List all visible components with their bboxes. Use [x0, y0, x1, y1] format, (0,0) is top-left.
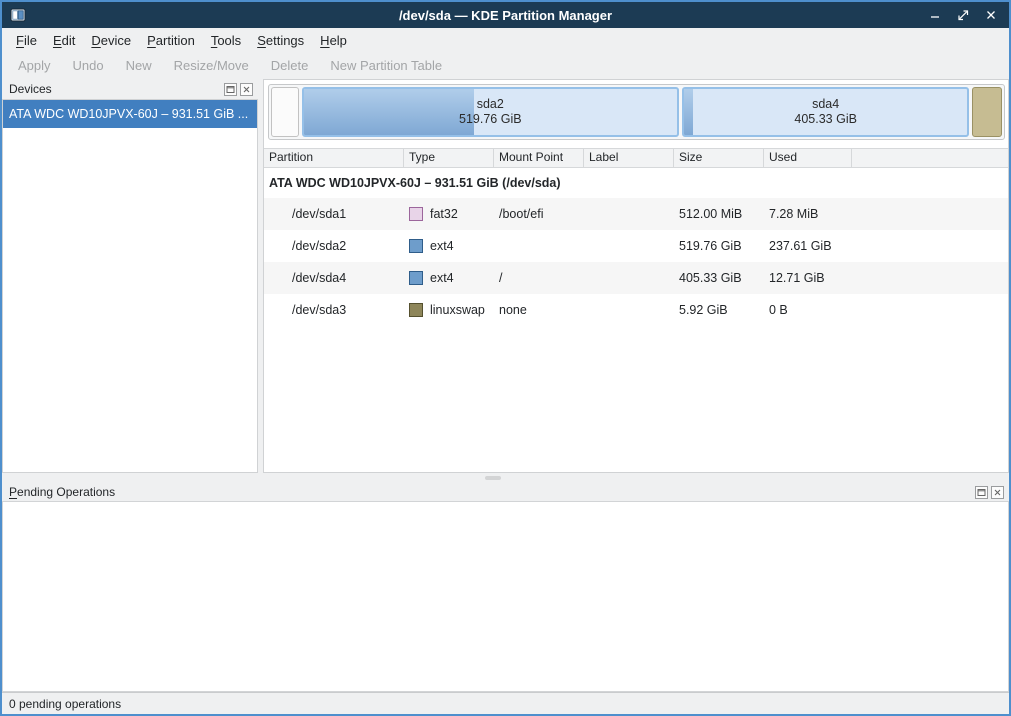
cell-type: ext4: [404, 239, 494, 253]
cell-used: 7.28 MiB: [764, 207, 852, 221]
menu-file[interactable]: File: [8, 30, 45, 51]
partition-segment-sda2[interactable]: sda2519.76 GiB: [302, 87, 679, 137]
fs-type-swatch: [409, 207, 423, 221]
used-space-indicator: [304, 89, 475, 135]
pending-operations-count: 0 pending operations: [9, 697, 121, 711]
column-header-used[interactable]: Used: [764, 149, 852, 167]
menu-device[interactable]: Device: [83, 30, 139, 51]
delete-button[interactable]: Delete: [260, 58, 320, 73]
pending-operations-header: Pending Operations: [2, 483, 1009, 501]
menu-edit[interactable]: Edit: [45, 30, 83, 51]
table-empty-area: [264, 326, 1008, 472]
statusbar: 0 pending operations: [2, 692, 1009, 714]
close-panel-button[interactable]: [240, 83, 253, 96]
cell-mount-point: /boot/efi: [494, 207, 584, 221]
pending-operations-title: Pending Operations: [9, 485, 972, 499]
maximize-restore-button[interactable]: [957, 9, 969, 21]
device-list-item[interactable]: ATA WDC WD10JPVX-60J – 931.51 GiB ...: [3, 100, 257, 128]
content-area: sda2519.76 GiB sda4405.33 GiB Partition T…: [263, 79, 1009, 473]
undo-button[interactable]: Undo: [62, 58, 115, 73]
partition-segment-label: sda4405.33 GiB: [794, 97, 857, 127]
minimize-button[interactable]: [929, 9, 941, 21]
menu-partition[interactable]: Partition: [139, 30, 203, 51]
table-row-sda3[interactable]: /dev/sda3 linuxswap none 5.92 GiB 0 B: [264, 294, 1008, 326]
fs-type-label: linuxswap: [430, 303, 485, 317]
cell-size: 405.33 GiB: [674, 271, 764, 285]
new-partition-table-button[interactable]: New Partition Table: [319, 58, 453, 73]
cell-size: 512.00 MiB: [674, 207, 764, 221]
fs-type-label: ext4: [430, 271, 454, 285]
cell-partition: /dev/sda1: [264, 207, 404, 221]
column-header-filler: [852, 149, 1008, 167]
app-window: /dev/sda — KDE Partition Manager File Ed…: [0, 0, 1011, 716]
table-header: Partition Type Mount Point Label Size Us…: [264, 149, 1008, 168]
horizontal-splitter[interactable]: [2, 473, 1009, 483]
column-header-size[interactable]: Size: [674, 149, 764, 167]
cell-type: linuxswap: [404, 303, 494, 317]
partition-bar: sda2519.76 GiB sda4405.33 GiB: [271, 87, 1002, 137]
fs-type-label: fat32: [430, 207, 458, 221]
device-group-row[interactable]: ATA WDC WD10JPVX-60J – 931.51 GiB (/dev/…: [264, 168, 1008, 198]
close-button[interactable]: [985, 9, 997, 21]
fs-type-swatch: [409, 239, 423, 253]
cell-partition: /dev/sda4: [264, 271, 404, 285]
device-list: ATA WDC WD10JPVX-60J – 931.51 GiB ...: [2, 99, 258, 473]
cell-partition: /dev/sda2: [264, 239, 404, 253]
menu-help[interactable]: Help: [312, 30, 355, 51]
table-row-sda4[interactable]: /dev/sda4 ext4 / 405.33 GiB 12.71 GiB: [264, 262, 1008, 294]
titlebar[interactable]: /dev/sda — KDE Partition Manager: [2, 2, 1009, 28]
float-panel-button[interactable]: [975, 486, 988, 499]
partition-segment-label: sda2519.76 GiB: [459, 97, 522, 127]
fs-type-swatch: [409, 271, 423, 285]
pending-operations-panel: Pending Operations: [2, 483, 1009, 692]
close-panel-button[interactable]: [991, 486, 1004, 499]
window-title: /dev/sda — KDE Partition Manager: [2, 8, 1009, 23]
used-space-indicator: [684, 89, 693, 135]
device-group-label: ATA WDC WD10JPVX-60J – 931.51 GiB (/dev/…: [269, 176, 561, 190]
menubar: File Edit Device Partition Tools Setting…: [2, 28, 1009, 52]
partition-bar-frame: sda2519.76 GiB sda4405.33 GiB: [268, 84, 1005, 140]
cell-size: 5.92 GiB: [674, 303, 764, 317]
pending-operations-list: [2, 501, 1009, 692]
cell-type: fat32: [404, 207, 494, 221]
devices-panel: Devices ATA WDC WD10JPVX-60J – 931.51 Gi…: [2, 79, 258, 473]
menu-tools[interactable]: Tools: [203, 30, 249, 51]
devices-panel-header: Devices: [2, 79, 258, 99]
window-controls: [929, 9, 1009, 21]
table-row-sda2[interactable]: /dev/sda2 ext4 519.76 GiB 237.61 GiB: [264, 230, 1008, 262]
cell-used: 0 B: [764, 303, 852, 317]
app-icon: [10, 7, 26, 23]
partition-table: Partition Type Mount Point Label Size Us…: [264, 148, 1008, 472]
fs-type-label: ext4: [430, 239, 454, 253]
column-header-partition[interactable]: Partition: [264, 149, 404, 167]
column-header-type[interactable]: Type: [404, 149, 494, 167]
partition-segment-sda4[interactable]: sda4405.33 GiB: [682, 87, 969, 137]
cell-mount-point: none: [494, 303, 584, 317]
toolbar: Apply Undo New Resize/Move Delete New Pa…: [2, 52, 1009, 79]
cell-mount-point: /: [494, 271, 584, 285]
cell-used: 237.61 GiB: [764, 239, 852, 253]
new-button[interactable]: New: [115, 58, 163, 73]
apply-button[interactable]: Apply: [7, 58, 62, 73]
cell-size: 519.76 GiB: [674, 239, 764, 253]
float-panel-button[interactable]: [224, 83, 237, 96]
column-header-label[interactable]: Label: [584, 149, 674, 167]
column-header-mount-point[interactable]: Mount Point: [494, 149, 584, 167]
partition-segment-sda1[interactable]: [271, 87, 299, 137]
resize-move-button[interactable]: Resize/Move: [163, 58, 260, 73]
cell-partition: /dev/sda3: [264, 303, 404, 317]
cell-used: 12.71 GiB: [764, 271, 852, 285]
partition-segment-sda3[interactable]: [972, 87, 1002, 137]
table-row-sda1[interactable]: /dev/sda1 fat32 /boot/efi 512.00 MiB 7.2…: [264, 198, 1008, 230]
main-area: Devices ATA WDC WD10JPVX-60J – 931.51 Gi…: [2, 79, 1009, 473]
cell-type: ext4: [404, 271, 494, 285]
fs-type-swatch: [409, 303, 423, 317]
menu-settings[interactable]: Settings: [249, 30, 312, 51]
devices-panel-title: Devices: [9, 82, 221, 96]
